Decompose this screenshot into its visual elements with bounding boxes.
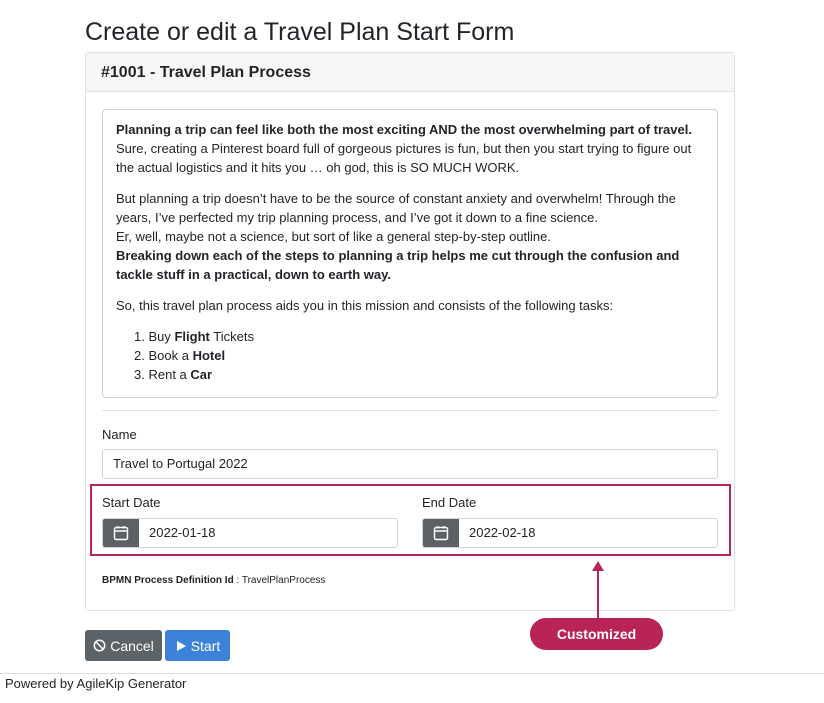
name-input[interactable]: Travel to Portugal 2022 — [102, 449, 718, 479]
play-icon — [176, 640, 186, 651]
list-item: 1. Buy Flight Tickets — [134, 329, 254, 344]
description-bold-intro: Planning a trip can feel like both the m… — [116, 122, 692, 137]
process-description: Planning a trip can feel like both the m… — [102, 109, 718, 398]
divider — [102, 410, 718, 411]
description-text: But planning a trip doesn’t have to be t… — [116, 191, 676, 225]
description-paragraph-2: But planning a trip doesn’t have to be t… — [116, 189, 704, 284]
customized-badge: Customized — [530, 618, 663, 650]
name-label: Name — [102, 427, 137, 442]
description-paragraph-3: So, this travel plan process aids you in… — [116, 298, 614, 313]
list-item: 2. Book a Hotel — [134, 348, 226, 363]
task-list: 1. Buy Flight Tickets 2. Book a Hotel 3.… — [134, 327, 704, 384]
cancel-button[interactable]: Cancel — [85, 630, 162, 661]
footer-divider — [0, 673, 824, 674]
page-title: Create or edit a Travel Plan Start Form — [85, 18, 515, 46]
description-bold-text: Breaking down each of the steps to plann… — [116, 248, 680, 282]
cancel-label: Cancel — [110, 637, 154, 654]
start-label: Start — [190, 637, 221, 654]
start-button[interactable]: Start — [165, 630, 230, 661]
bpmn-label: BPMN Process Definition Id — [102, 575, 234, 586]
description-text: Sure, creating a Pinterest board full of… — [116, 141, 692, 175]
ban-icon — [93, 639, 106, 652]
bpmn-process-id: BPMN Process Definition Id : TravelPlanP… — [102, 575, 326, 586]
customized-highlight-box — [90, 484, 731, 556]
footer-text: Powered by AgileKip Generator — [5, 676, 187, 691]
description-paragraph-1: Planning a trip can feel like both the m… — [116, 120, 704, 177]
bpmn-value: TravelPlanProcess — [241, 575, 326, 586]
card-header: #1001 - Travel Plan Process — [86, 53, 734, 92]
arrow-line — [597, 568, 599, 620]
list-item: 3. Rent a Car — [134, 367, 213, 382]
description-text: Er, well, maybe not a science, but sort … — [116, 229, 552, 244]
